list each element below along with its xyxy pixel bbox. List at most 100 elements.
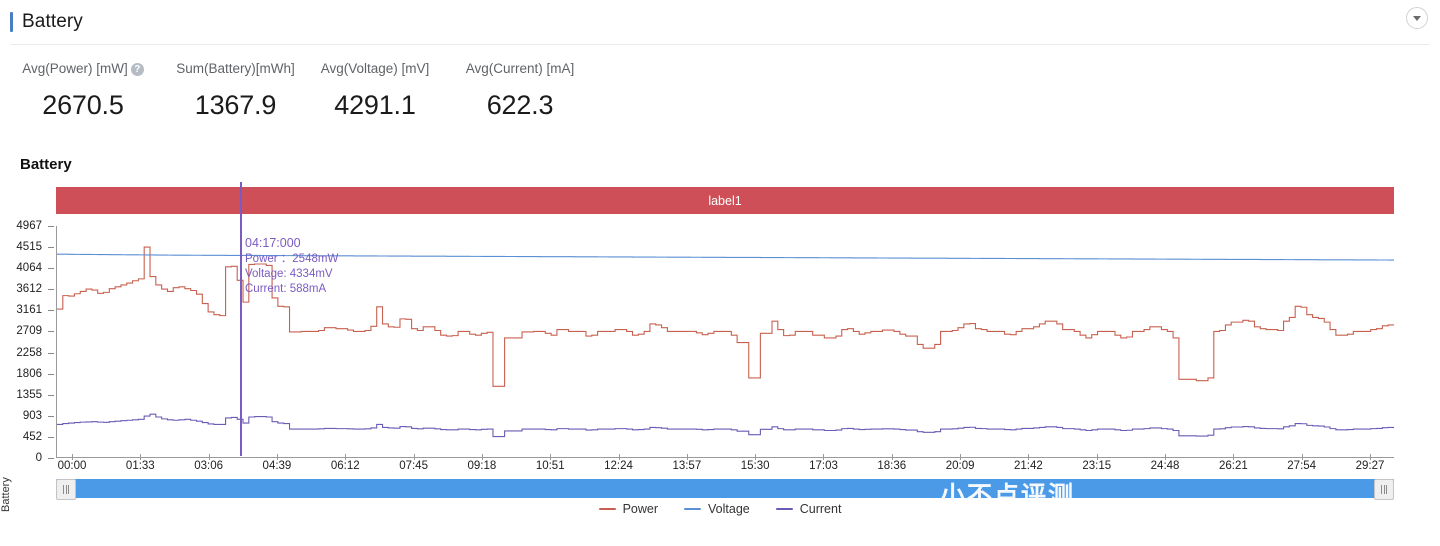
y-axis-tick-label: 903 bbox=[22, 409, 42, 422]
stat-value: 4291.1 bbox=[334, 90, 416, 120]
y-axis-tick bbox=[48, 247, 54, 249]
y-axis-tick-label: 1355 bbox=[16, 388, 42, 401]
x-axis-tick bbox=[960, 454, 962, 460]
stat-value: 2670.5 bbox=[42, 90, 124, 120]
x-axis-tick-label: 20:09 bbox=[945, 460, 975, 472]
x-axis-tick bbox=[823, 454, 825, 460]
series-lines bbox=[57, 226, 1394, 457]
y-axis-tick-label: 0 bbox=[35, 452, 42, 464]
grip-handle-icon bbox=[1381, 485, 1382, 494]
stat-label: Avg(Power) [mW] ? bbox=[22, 61, 144, 76]
scrollbar-right-handle[interactable] bbox=[1374, 479, 1394, 500]
chart-title: Battery bbox=[20, 156, 72, 173]
scrollbar-track[interactable] bbox=[56, 479, 1394, 498]
y-axis-tick bbox=[48, 289, 54, 291]
x-axis-tick-label: 06:12 bbox=[330, 460, 360, 472]
x-axis-tick bbox=[891, 454, 893, 460]
x-axis-labels: 00:00 01:33 03:06 04:39 06:12 07:45 09:18 10:51… bbox=[56, 454, 1394, 480]
y-axis-tick-label: 3161 bbox=[16, 304, 42, 317]
stat-label-text: Avg(Power) [mW] bbox=[22, 61, 128, 76]
y-axis-tick bbox=[48, 226, 54, 227]
x-axis-tick-label: 09:18 bbox=[467, 460, 497, 472]
x-axis-tick bbox=[1028, 454, 1030, 460]
grip-handle-icon bbox=[63, 485, 64, 494]
stat-label-text: Avg(Current) [mA] bbox=[465, 61, 575, 76]
x-axis-tick bbox=[208, 454, 210, 460]
x-axis-tick bbox=[345, 454, 347, 460]
header-divider bbox=[10, 44, 1430, 45]
stat-avg-current: Avg(Current) [mA] 622.3 bbox=[445, 60, 595, 121]
x-axis-tick bbox=[755, 454, 757, 460]
x-axis-tick bbox=[72, 454, 73, 460]
stat-label-text: Sum(Battery)[mWh] bbox=[176, 61, 295, 76]
grip-handle-icon bbox=[65, 485, 67, 494]
legend-item-power[interactable]: Power bbox=[598, 502, 659, 516]
x-axis-tick-label: 00:00 bbox=[57, 460, 87, 472]
y-axis-tick bbox=[48, 373, 54, 375]
scrollbar-left-handle[interactable] bbox=[56, 479, 76, 500]
x-axis-tick-label: 04:39 bbox=[262, 460, 292, 472]
help-icon[interactable]: ? bbox=[130, 63, 144, 76]
x-axis-tick bbox=[481, 454, 483, 460]
x-axis-tick bbox=[686, 454, 688, 460]
plot-region[interactable] bbox=[56, 226, 1394, 458]
y-axis-tick bbox=[48, 352, 54, 354]
series-line-voltage bbox=[57, 254, 1394, 260]
stat-label-text: Avg(Voltage) [mV] bbox=[320, 61, 430, 76]
stat-sum-battery: Sum(Battery)[mWh] 1367.9 bbox=[166, 60, 305, 121]
x-axis-tick bbox=[1165, 454, 1167, 460]
grip-handle-icon bbox=[1383, 485, 1385, 494]
x-axis-tick bbox=[550, 454, 552, 460]
stat-label: Avg(Current) [mA] bbox=[466, 61, 575, 76]
x-axis-tick-label: 21:42 bbox=[1014, 460, 1043, 472]
chart-legend: Power Voltage Current bbox=[0, 502, 1440, 516]
legend-swatch bbox=[598, 508, 616, 510]
legend-swatch bbox=[684, 508, 702, 510]
x-axis-tick bbox=[1096, 454, 1098, 460]
series-line-power bbox=[57, 247, 1394, 386]
legend-item-voltage[interactable]: Voltage bbox=[684, 502, 750, 516]
x-axis-tick bbox=[1370, 454, 1371, 460]
x-axis-tick-label: 03:06 bbox=[194, 460, 224, 472]
stat-label: Sum(Battery)[mWh] bbox=[176, 61, 295, 76]
y-axis-tick-label: 2709 bbox=[16, 325, 42, 338]
time-range-scrollbar[interactable] bbox=[56, 479, 1394, 500]
x-axis-tick bbox=[413, 454, 415, 460]
x-axis-tick-label: 13:57 bbox=[672, 460, 702, 472]
y-axis-tick bbox=[48, 268, 54, 270]
y-axis-tick-label: 2258 bbox=[16, 346, 42, 359]
y-axis-tick bbox=[48, 394, 54, 396]
collapse-panel-button[interactable] bbox=[1406, 7, 1428, 29]
x-axis-tick-label: 26:21 bbox=[1218, 460, 1248, 472]
x-axis-tick-label: 15:30 bbox=[740, 460, 770, 472]
panel-header: Battery bbox=[0, 0, 1440, 44]
x-axis-tick-label: 29:27 bbox=[1355, 460, 1385, 472]
y-axis-labels: 0 452 903 1355 1806 2258 2709 3161 3612 4064 4515 4… bbox=[0, 220, 54, 464]
summary-stats: Avg(Power) [mW] ? 2670.5 Sum(Battery)[mW… bbox=[0, 60, 595, 121]
x-axis-tick bbox=[1301, 454, 1303, 460]
title-accent-bar bbox=[10, 12, 13, 32]
battery-panel: Battery Avg(Power) [mW] ? 2670.5 Sum(Bat… bbox=[0, 0, 1440, 546]
legend-label: Power bbox=[622, 502, 659, 516]
series-line-current bbox=[57, 414, 1394, 436]
x-axis-tick-label: 12:24 bbox=[604, 460, 633, 472]
legend-item-current[interactable]: Current bbox=[775, 502, 841, 516]
x-axis-tick bbox=[618, 454, 620, 460]
y-axis-tick-label: 4515 bbox=[16, 241, 42, 254]
x-axis-tick bbox=[276, 454, 278, 460]
x-axis-tick-label: 24:48 bbox=[1150, 460, 1180, 472]
x-axis-tick-label: 01:33 bbox=[125, 460, 155, 472]
y-axis-tick bbox=[48, 415, 54, 417]
x-axis-tick bbox=[1233, 454, 1235, 460]
x-axis-tick-label: 23:15 bbox=[1082, 460, 1112, 472]
stat-value: 622.3 bbox=[486, 90, 554, 120]
x-axis-tick-label: 10:51 bbox=[535, 460, 565, 472]
battery-chart: label1 Battery 0 452 903 1355 1806 2258 2709 31… bbox=[0, 182, 1440, 512]
stat-avg-power: Avg(Power) [mW] ? 2670.5 bbox=[0, 60, 166, 121]
x-axis-tick-label: 17:03 bbox=[809, 460, 838, 472]
y-axis-tick bbox=[48, 331, 54, 333]
label-bar[interactable]: label1 bbox=[56, 187, 1394, 214]
y-axis-tick bbox=[48, 310, 54, 312]
y-axis-tick-label: 1806 bbox=[16, 367, 42, 380]
legend-label: Voltage bbox=[708, 502, 750, 516]
